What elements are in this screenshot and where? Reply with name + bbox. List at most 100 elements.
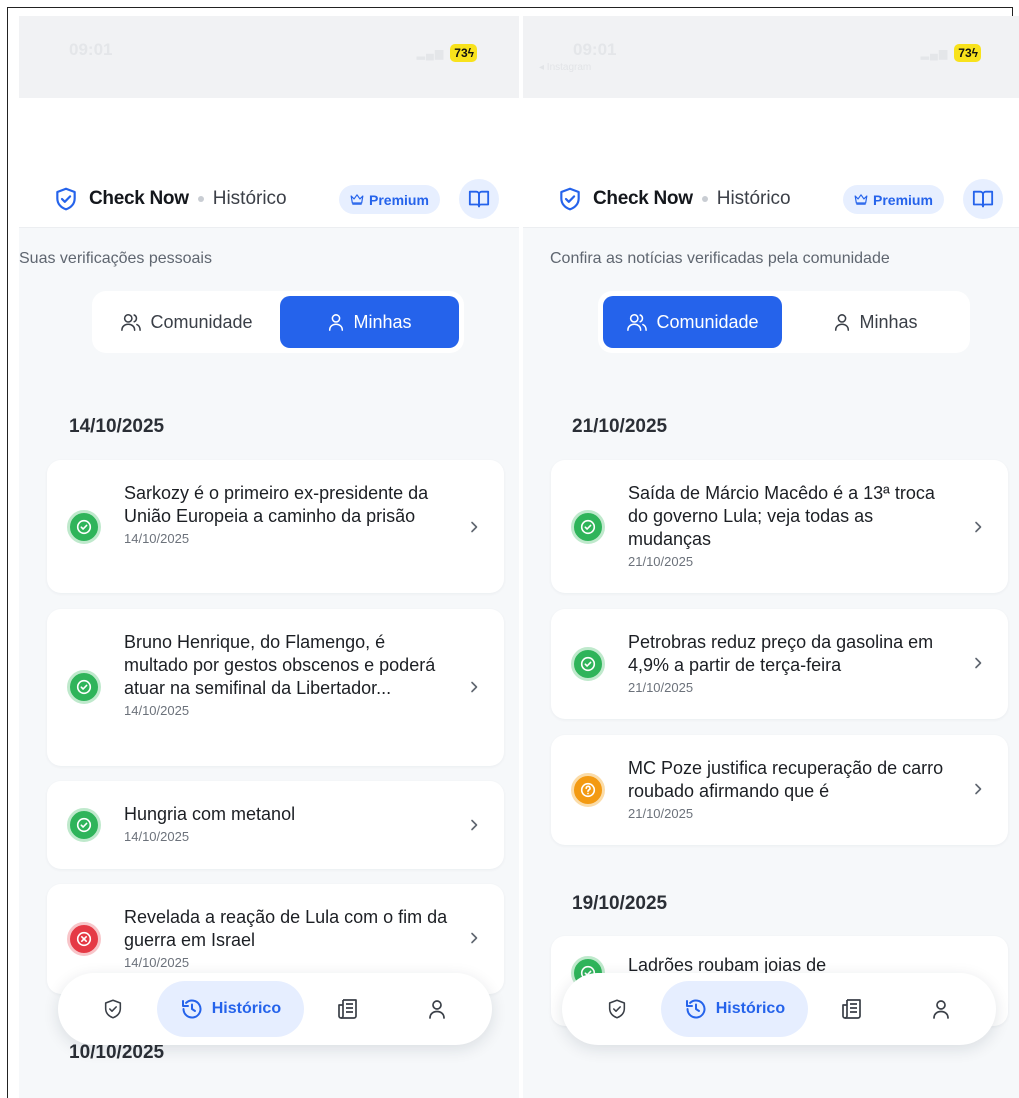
check-circle-icon bbox=[67, 808, 101, 842]
users-icon bbox=[121, 313, 142, 331]
history-tabs: Comunidade Minhas bbox=[92, 291, 464, 353]
nav-news[interactable] bbox=[808, 981, 897, 1037]
screenshot-frame: 09:01 ▂▄▆ 73ϟ Check Now Histórico Premiu… bbox=[7, 7, 1019, 1098]
separator-dot bbox=[197, 196, 204, 202]
shield-check-icon bbox=[608, 999, 625, 1019]
signal-icon: ▂▄▆ bbox=[920, 47, 949, 60]
list-item[interactable]: MC Poze justifica recuperação de carro r… bbox=[551, 735, 1008, 845]
premium-label: Premium bbox=[873, 191, 933, 208]
status-bar: 09:01 ◂ Instagram ▂▄▆ 73ϟ bbox=[523, 16, 1019, 98]
charging-icon: ϟ bbox=[467, 46, 474, 60]
brand-name: Check Now bbox=[593, 188, 693, 209]
item-date: 14/10/2025 bbox=[124, 955, 190, 970]
check-circle-icon bbox=[571, 510, 605, 544]
chevron-right-icon bbox=[471, 932, 478, 944]
chevron-right-icon bbox=[471, 819, 478, 831]
item-title: Saída de Márcio Macêdo é a 13ª troca do … bbox=[628, 483, 935, 549]
nav-check[interactable] bbox=[68, 981, 157, 1037]
chevron-right-icon bbox=[471, 681, 478, 693]
list-item[interactable]: Petrobras reduz preço da gasolina em 4,9… bbox=[551, 609, 1008, 719]
item-date: 14/10/2025 bbox=[124, 531, 190, 546]
status-indicators: ▂▄▆ 73ϟ bbox=[921, 44, 981, 62]
nav-profile[interactable] bbox=[897, 981, 986, 1037]
status-time: 09:01 bbox=[69, 40, 113, 59]
tab-community[interactable]: Comunidade bbox=[603, 296, 782, 348]
nav-check[interactable] bbox=[572, 981, 661, 1037]
item-text: Hungria com metanol 14/10/2025 bbox=[124, 803, 454, 844]
premium-button[interactable]: Premium bbox=[339, 185, 440, 214]
nav-history[interactable]: Histórico bbox=[157, 981, 304, 1037]
premium-button[interactable]: Premium bbox=[843, 185, 944, 214]
list-item[interactable]: Saída de Márcio Macêdo é a 13ª troca do … bbox=[551, 460, 1008, 593]
list-item[interactable]: Hungria com metanol 14/10/2025 bbox=[47, 781, 504, 869]
user-icon bbox=[835, 314, 850, 331]
section-date: 14/10/2025 bbox=[69, 416, 165, 437]
tab-mine-label: Minhas bbox=[353, 311, 412, 332]
item-date: 21/10/2025 bbox=[628, 554, 694, 569]
nav-history[interactable]: Histórico bbox=[661, 981, 808, 1037]
question-icon bbox=[571, 773, 605, 807]
chevron-right-icon bbox=[975, 657, 982, 669]
tab-community-label: Comunidade bbox=[150, 311, 253, 332]
nav-history-label: Histórico bbox=[715, 1000, 786, 1017]
back-to-app[interactable]: ◂ Instagram bbox=[539, 62, 591, 73]
signal-icon: ▂▄▆ bbox=[416, 47, 445, 60]
nav-news[interactable] bbox=[304, 981, 393, 1037]
item-text: Petrobras reduz preço da gasolina em 4,9… bbox=[628, 631, 958, 695]
section-date: 10/10/2025 bbox=[69, 1042, 165, 1063]
brand-name: Check Now bbox=[89, 188, 189, 209]
history-icon bbox=[181, 999, 202, 1019]
tab-mine[interactable]: Minhas bbox=[280, 296, 459, 348]
crown-icon bbox=[854, 194, 868, 205]
item-text: Saída de Márcio Macêdo é a 13ª troca do … bbox=[628, 482, 958, 569]
x-circle-icon bbox=[67, 922, 101, 956]
nav-profile[interactable] bbox=[393, 981, 482, 1037]
item-text: Sarkozy é o primeiro ex-presidente da Un… bbox=[124, 482, 454, 546]
guide-button[interactable] bbox=[963, 179, 1003, 219]
phone-screen-right: 09:01 ◂ Instagram ▂▄▆ 73ϟ Check Now Hist… bbox=[523, 16, 1019, 1098]
tab-community-label: Comunidade bbox=[656, 311, 759, 332]
item-title: Bruno Henrique, do Flamengo, é multado p… bbox=[124, 632, 436, 698]
separator-dot bbox=[701, 196, 708, 202]
check-circle-icon bbox=[67, 510, 101, 544]
subtitle: Confira as notícias verificadas pela com… bbox=[550, 250, 890, 267]
item-title: Revelada a reação de Lula com o fim da g… bbox=[124, 907, 448, 950]
page-title: Histórico bbox=[716, 188, 791, 209]
list-item[interactable]: Bruno Henrique, do Flamengo, é multado p… bbox=[47, 609, 504, 766]
item-title: MC Poze justifica recuperação de carro r… bbox=[628, 758, 944, 801]
item-date: 21/10/2025 bbox=[628, 806, 694, 821]
item-date: 21/10/2025 bbox=[628, 680, 694, 695]
item-date: 14/10/2025 bbox=[124, 703, 190, 718]
shield-check-icon bbox=[53, 186, 79, 212]
history-tabs: Comunidade Minhas bbox=[598, 291, 970, 353]
user-icon bbox=[429, 1000, 446, 1019]
book-open-icon bbox=[468, 190, 490, 208]
status-time: 09:01 bbox=[573, 40, 617, 59]
guide-button[interactable] bbox=[459, 179, 499, 219]
history-icon bbox=[685, 999, 706, 1019]
bottom-nav: Histórico bbox=[58, 973, 492, 1045]
item-title: Sarkozy é o primeiro ex-presidente da Un… bbox=[124, 483, 429, 526]
item-date: 14/10/2025 bbox=[124, 829, 190, 844]
brand: Check Now Histórico bbox=[53, 186, 287, 212]
battery-level: 73 bbox=[958, 46, 972, 60]
shield-check-icon bbox=[104, 999, 121, 1019]
list-item[interactable]: Sarkozy é o primeiro ex-presidente da Un… bbox=[47, 460, 504, 593]
crown-icon bbox=[350, 194, 364, 205]
battery-badge: 73ϟ bbox=[954, 44, 981, 62]
newspaper-icon bbox=[842, 999, 862, 1019]
nav-history-label: Histórico bbox=[211, 1000, 282, 1017]
premium-label: Premium bbox=[369, 191, 429, 208]
tab-mine[interactable]: Minhas bbox=[786, 296, 965, 348]
brand: Check Now Histórico bbox=[557, 186, 791, 212]
users-icon bbox=[627, 313, 648, 331]
tab-community[interactable]: Comunidade bbox=[97, 296, 276, 348]
status-indicators: ▂▄▆ 73ϟ bbox=[417, 44, 477, 62]
tab-mine-label: Minhas bbox=[859, 311, 918, 332]
battery-badge: 73ϟ bbox=[450, 44, 477, 62]
newspaper-icon bbox=[338, 999, 358, 1019]
section-date: 19/10/2025 bbox=[572, 893, 668, 914]
app-header: Check Now Histórico Premium bbox=[523, 98, 1019, 228]
item-text: Bruno Henrique, do Flamengo, é multado p… bbox=[124, 631, 454, 718]
user-icon bbox=[933, 1000, 950, 1019]
